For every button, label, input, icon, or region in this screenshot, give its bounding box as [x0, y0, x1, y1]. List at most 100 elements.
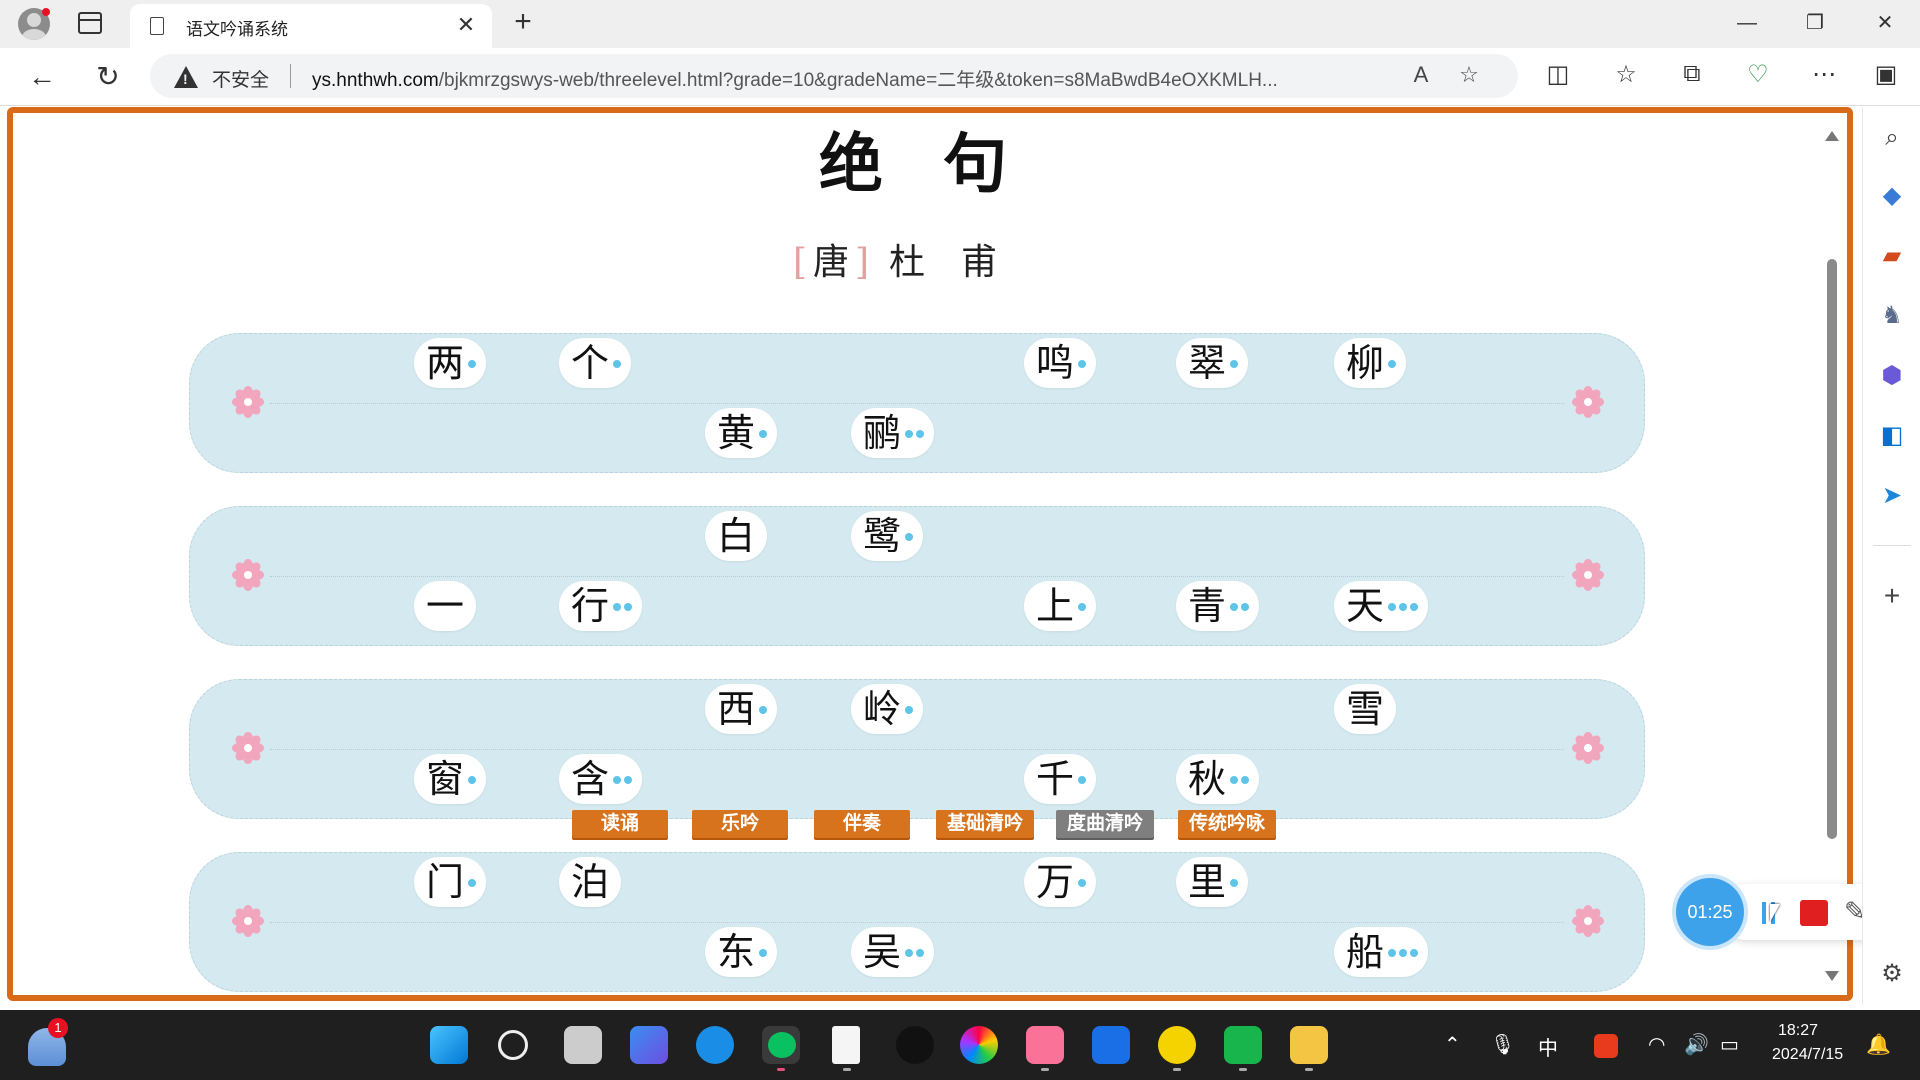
- outlook-icon[interactable]: ◧: [1875, 419, 1909, 453]
- poem-char-chip[interactable]: 船: [1334, 927, 1429, 977]
- tone-dot: [613, 360, 622, 368]
- sogou-icon[interactable]: [1594, 1034, 1618, 1058]
- close-tab-icon[interactable]: ✕: [452, 11, 480, 39]
- poem-char-chip[interactable]: 个: [559, 338, 632, 388]
- restore-button[interactable]: ❐: [1792, 6, 1838, 40]
- microphone-icon[interactable]: 🎙: [1490, 1032, 1515, 1057]
- poem-char-chip[interactable]: 含: [559, 754, 643, 804]
- poem-char-chip[interactable]: 柳: [1334, 338, 1407, 388]
- browser-essentials-icon[interactable]: ♡: [1740, 60, 1776, 89]
- shopping-tag-icon[interactable]: ◆: [1875, 179, 1909, 213]
- poem-char-chip[interactable]: 东: [705, 927, 778, 977]
- poem-char-chip[interactable]: 门: [414, 857, 487, 907]
- scrollbar-thumb[interactable]: [1827, 259, 1837, 839]
- poem-char-chip[interactable]: 秋: [1176, 754, 1260, 804]
- battery-icon[interactable]: ▭: [1720, 1032, 1739, 1057]
- tone-dot: [1388, 949, 1397, 957]
- poem-char-chip[interactable]: 千: [1024, 754, 1097, 804]
- security-label[interactable]: 不安全: [212, 65, 269, 92]
- help-icon[interactable]: [696, 1026, 734, 1064]
- mode-button[interactable]: 度曲清吟: [1056, 810, 1154, 838]
- input-method[interactable]: 中: [1538, 1032, 1558, 1061]
- settings-gear-icon[interactable]: ⚙: [1875, 957, 1909, 991]
- mode-button[interactable]: 伴奏: [814, 810, 910, 838]
- volume-icon[interactable]: 🔊: [1684, 1032, 1709, 1057]
- warning-icon[interactable]: [174, 66, 198, 88]
- url-text[interactable]: ys.hnthwh.com/bjkmrzgswys-web/threelevel…: [312, 65, 1422, 92]
- add-icon[interactable]: +: [1875, 579, 1909, 613]
- minimize-button[interactable]: —: [1724, 6, 1770, 40]
- poem-char-chip[interactable]: 西: [705, 684, 778, 734]
- mode-button[interactable]: 读诵: [572, 810, 668, 838]
- music-icon[interactable]: [1158, 1026, 1196, 1064]
- poem-char-chip[interactable]: 泊: [559, 857, 622, 907]
- clock-date[interactable]: 2024/7/15: [1772, 1046, 1843, 1064]
- more-options-icon[interactable]: ⋯: [1806, 60, 1842, 89]
- sidebar-toggle-icon[interactable]: ▣: [1868, 60, 1904, 89]
- new-tab-button[interactable]: +: [508, 4, 538, 40]
- poem-char-chip[interactable]: 青: [1176, 581, 1260, 631]
- poem-char-chip[interactable]: 一: [414, 581, 477, 631]
- bilibili-icon[interactable]: [1026, 1026, 1064, 1064]
- color-wheel-icon[interactable]: [960, 1026, 998, 1064]
- poem-char-chip[interactable]: 鹭: [851, 511, 924, 561]
- games-icon[interactable]: ♞: [1875, 299, 1909, 333]
- poem-char-chip[interactable]: 行: [559, 581, 643, 631]
- poem-char-chip[interactable]: 里: [1176, 857, 1249, 907]
- file-icon[interactable]: [832, 1026, 860, 1064]
- close-window-button[interactable]: ✕: [1862, 6, 1908, 40]
- tab-actions-icon[interactable]: [78, 12, 102, 34]
- poem-char-chip[interactable]: 吴: [851, 927, 935, 977]
- favorite-star-icon[interactable]: ☆: [1454, 62, 1484, 88]
- start-windows-icon[interactable]: [430, 1026, 468, 1064]
- poem-char-chip[interactable]: 天: [1334, 581, 1429, 631]
- poem-char: 万: [1036, 860, 1075, 904]
- recording-timer[interactable]: 01:25: [1676, 878, 1744, 946]
- line-guide: [270, 922, 1564, 923]
- poem-char-chip[interactable]: 上: [1024, 581, 1097, 631]
- active-indicator: [777, 1068, 785, 1071]
- mode-button[interactable]: 传统吟咏: [1178, 810, 1276, 838]
- folder-icon[interactable]: [1290, 1026, 1328, 1064]
- refresh-icon[interactable]: ↻: [88, 58, 128, 96]
- search-icon[interactable]: ⌕: [1875, 121, 1909, 155]
- tab-active[interactable]: 语文吟诵系统 ✕: [130, 4, 492, 48]
- poem-char: 天: [1346, 584, 1385, 628]
- scroll-down-arrow-icon[interactable]: [1825, 971, 1839, 981]
- wechat-icon[interactable]: [768, 1032, 796, 1058]
- mode-button[interactable]: 基础清吟: [936, 810, 1034, 838]
- task-view-icon[interactable]: [564, 1026, 602, 1064]
- poem-char-chip[interactable]: 翠: [1176, 338, 1249, 388]
- poem-char-chip[interactable]: 万: [1024, 857, 1097, 907]
- address-bar[interactable]: 不安全 ys.hnthwh.com/bjkmrzgswys-web/threel…: [150, 54, 1518, 98]
- feishu-icon[interactable]: [1092, 1026, 1130, 1064]
- poem-char-chip[interactable]: 鸣: [1024, 338, 1097, 388]
- poem-char-chip[interactable]: 雪: [1334, 684, 1397, 734]
- copilot-icon[interactable]: ⬢: [1875, 359, 1909, 393]
- poem-char-chip[interactable]: 鹂: [851, 408, 935, 458]
- collections-icon[interactable]: ⧉: [1674, 60, 1710, 88]
- send-icon[interactable]: ➤: [1875, 479, 1909, 513]
- qq-icon[interactable]: [896, 1026, 934, 1064]
- iqiyi-icon[interactable]: [1224, 1026, 1262, 1064]
- favorites-icon[interactable]: ☆: [1608, 60, 1644, 89]
- clock-time[interactable]: 18:27: [1778, 1022, 1818, 1040]
- poem-char-chip[interactable]: 窗: [414, 754, 487, 804]
- split-screen-icon[interactable]: ◫: [1540, 60, 1576, 89]
- read-aloud-icon[interactable]: A: [1406, 62, 1436, 88]
- stop-recording-button[interactable]: [1800, 900, 1828, 926]
- scroll-up-arrow-icon[interactable]: [1825, 131, 1839, 141]
- back-arrow-icon[interactable]: ←: [22, 58, 62, 96]
- notification-bell-icon[interactable]: 🔔: [1866, 1032, 1891, 1057]
- taskbar-search-icon[interactable]: [498, 1030, 528, 1060]
- tone-dot: [468, 879, 477, 887]
- copilot-taskbar-icon[interactable]: [630, 1026, 668, 1064]
- mode-button[interactable]: 乐吟: [692, 810, 788, 838]
- tools-icon[interactable]: ▰: [1875, 239, 1909, 273]
- poem-char-chip[interactable]: 两: [414, 338, 487, 388]
- tray-overflow-icon[interactable]: ⌃: [1444, 1032, 1461, 1057]
- poem-char-chip[interactable]: 岭: [851, 684, 924, 734]
- poem-char-chip[interactable]: 白: [705, 511, 768, 561]
- wifi-icon[interactable]: ◠: [1648, 1032, 1665, 1057]
- poem-char-chip[interactable]: 黄: [705, 408, 778, 458]
